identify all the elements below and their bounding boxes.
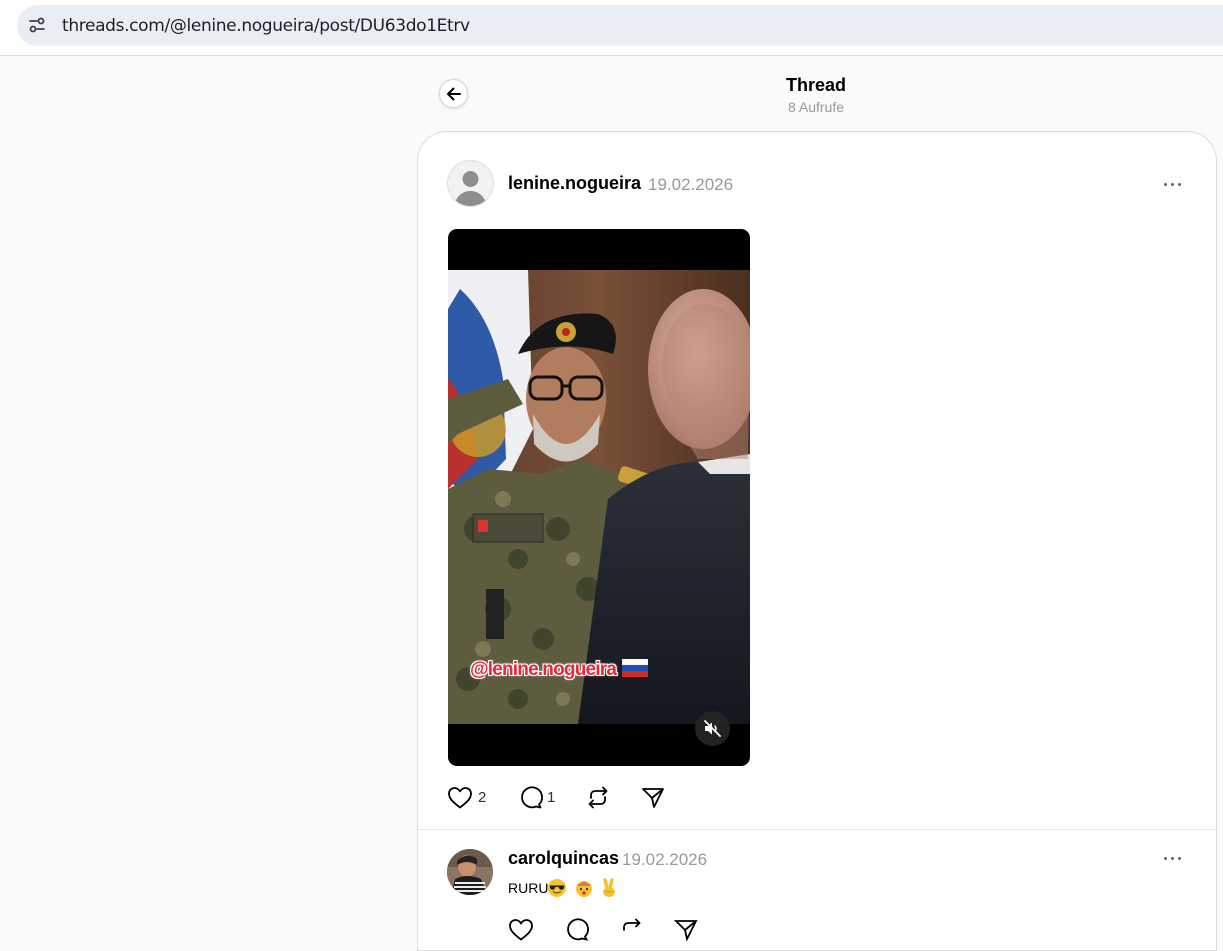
post-more-button[interactable] (1163, 178, 1185, 192)
reply-username[interactable]: carolquincas (508, 848, 619, 869)
reply-like-icon[interactable] (508, 917, 534, 942)
reply-avatar-image (447, 849, 493, 895)
reply-comment-icon[interactable] (563, 917, 589, 942)
reply-repost-icon[interactable] (618, 917, 644, 942)
site-settings-icon[interactable] (27, 15, 47, 35)
reply-text: RURU (508, 880, 549, 896)
like-icon[interactable] (447, 785, 473, 810)
page-title: Thread (785, 75, 846, 95)
default-avatar-icon (454, 171, 487, 206)
avatar[interactable] (447, 160, 494, 207)
view-count: 8 Aufrufe (787, 99, 845, 115)
victory-hand-emoji (603, 878, 615, 897)
arrow-left-icon (447, 87, 461, 101)
url-text[interactable]: threads.com/@lenine.nogueira/post/DU63do… (62, 16, 470, 36)
face-with-hat-emoji (576, 881, 592, 897)
reply-avatar[interactable] (447, 849, 493, 895)
comment-icon[interactable] (517, 785, 543, 810)
reply-divider (418, 829, 1216, 830)
reply-count: 1 (547, 789, 556, 806)
post-video[interactable]: @lenine.nogueira (448, 229, 750, 766)
browser-address-bar: threads.com/@lenine.nogueira/post/DU63do… (0, 0, 1223, 56)
mute-button[interactable] (695, 711, 730, 746)
share-icon[interactable] (640, 785, 666, 810)
smiling-face-with-sunglasses-emoji (548, 879, 566, 897)
video-frame (448, 270, 750, 724)
reply-share-icon[interactable] (673, 917, 699, 942)
reply-more-button[interactable] (1163, 852, 1185, 866)
video-overlay-label: @lenine.nogueira (470, 658, 648, 683)
like-count: 2 (478, 789, 487, 806)
speaker-muted-icon (704, 720, 721, 737)
post-username[interactable]: lenine.nogueira (508, 173, 641, 194)
russia-flag-icon (621, 658, 648, 677)
repost-icon[interactable] (585, 785, 611, 810)
back-button[interactable] (439, 79, 468, 108)
video-overlay-text: @lenine.nogueira (470, 659, 617, 680)
reply-date[interactable]: 19.02.2026 (622, 850, 707, 870)
post-date[interactable]: 19.02.2026 (648, 175, 733, 195)
